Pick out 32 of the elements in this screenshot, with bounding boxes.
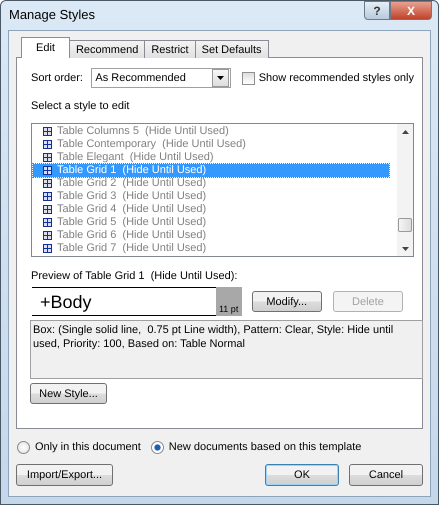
- action-button[interactable]: Modify...: [252, 291, 322, 312]
- style-list-item[interactable]: Table Grid 3 (Hide Until Used): [33, 190, 389, 203]
- style-list-item[interactable]: Table Contemporary (Hide Until Used): [33, 138, 389, 151]
- close-button[interactable]: X: [390, 1, 432, 20]
- style-list-item[interactable]: Table Elegant (Hide Until Used): [33, 151, 389, 164]
- tab[interactable]: Set Defaults: [194, 40, 269, 58]
- font-size-badge: 11 pt: [216, 287, 242, 316]
- new-style-button[interactable]: New Style...: [30, 383, 107, 404]
- preview-label: Preview of Table Grid 1 (Hide Until Used):: [31, 270, 238, 284]
- radio-label: Only in this document: [35, 441, 141, 453]
- tab[interactable]: Edit: [21, 37, 70, 58]
- radio-label: New documents based on this template: [168, 441, 362, 453]
- style-description: Box: (Single solid line, 0.75 pt Line width), Pattern: Clear, Style: Hide until used, Priority: 100, Based on: Table Normal: [30, 320, 423, 379]
- cancel-button[interactable]: Cancel: [349, 464, 423, 486]
- preview-text: +Body: [32, 288, 216, 315]
- ok-button[interactable]: OK: [265, 464, 339, 486]
- help-button[interactable]: ?: [364, 1, 390, 20]
- window-title: Manage Styles: [9, 7, 95, 22]
- sort-order-label: Sort order:: [31, 72, 84, 84]
- checkbox-label: Show recommended styles only: [258, 72, 414, 84]
- tab[interactable]: Restrict: [144, 40, 196, 58]
- style-list-item[interactable]: Table Columns 5 (Hide Until Used): [33, 125, 389, 138]
- style-list-item[interactable]: Table Grid 2 (Hide Until Used): [33, 177, 389, 190]
- style-list-item[interactable]: Table Grid 5 (Hide Until Used): [33, 216, 389, 229]
- style-list-item[interactable]: Table Grid 6 (Hide Until Used): [33, 229, 389, 242]
- style-list-item[interactable]: Table Grid 4 (Hide Until Used): [33, 203, 389, 216]
- list-label: Select a style to edit: [31, 100, 130, 114]
- import-export-button[interactable]: Import/Export...: [16, 464, 113, 486]
- sort-order-dropdown[interactable]: As Recommended: [91, 68, 232, 88]
- style-list-item[interactable]: Table Grid 1 (Hide Until Used): [33, 164, 389, 177]
- style-list-item[interactable]: Table Grid 7 (Hide Until Used): [33, 242, 389, 255]
- tab[interactable]: Recommend: [68, 40, 146, 58]
